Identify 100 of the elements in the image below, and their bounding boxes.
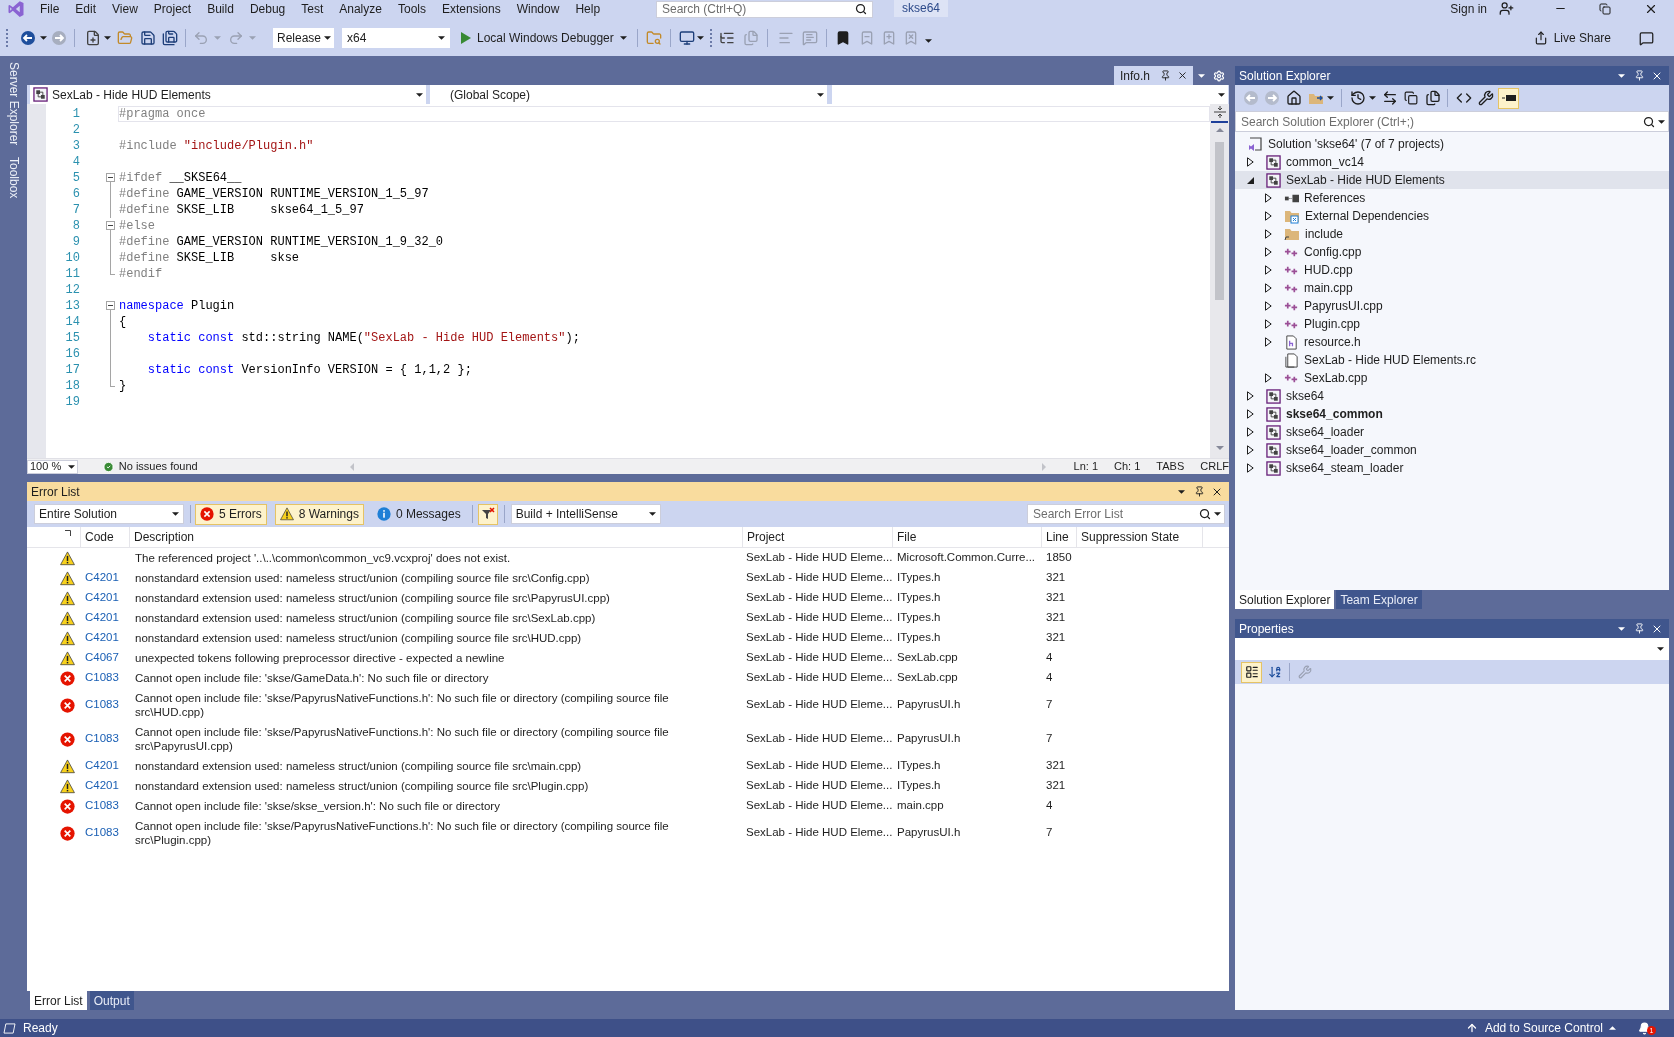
tree-item[interactable]: SexLab - Hide HUD Elements: [1235, 171, 1669, 189]
filter-toggle[interactable]: 0 Messages: [371, 503, 466, 525]
error-code-link[interactable]: C1083: [85, 799, 119, 812]
panel-tab[interactable]: Team Explorer: [1336, 590, 1422, 609]
expand-arrow-icon[interactable]: [1247, 409, 1254, 419]
caret-icon[interactable]: [619, 36, 627, 40]
expand-arrow-icon[interactable]: [1265, 373, 1272, 383]
error-code-link[interactable]: C4201: [85, 571, 119, 584]
menu-item[interactable]: Edit: [67, 0, 105, 17]
tree-item[interactable]: main.cpp: [1235, 279, 1669, 297]
column-header[interactable]: Line: [1046, 528, 1069, 546]
list-tree-icon[interactable]: [718, 30, 735, 46]
error-code-link[interactable]: C1083: [85, 732, 119, 745]
tree-item[interactable]: SexLab - Hide HUD Elements.rc: [1235, 351, 1669, 369]
expand-arrow-icon[interactable]: [1247, 427, 1254, 437]
tree-item[interactable]: Plugin.cpp: [1235, 315, 1669, 333]
caret-icon[interactable]: [67, 464, 75, 469]
expand-arrow-icon[interactable]: [1265, 283, 1272, 293]
project-dropdown[interactable]: SexLab - Hide HUD Elements: [30, 85, 426, 104]
column-header[interactable]: File: [897, 528, 917, 546]
error-code-link[interactable]: C4201: [85, 631, 119, 644]
restore-icon[interactable]: [1599, 2, 1611, 15]
code-icon[interactable]: [1456, 90, 1472, 106]
caret-icon[interactable]: [324, 36, 332, 40]
side-tab[interactable]: Server Explorer: [6, 62, 21, 146]
caret-icon[interactable]: [104, 36, 111, 40]
expand-arrow-icon[interactable]: [1265, 247, 1272, 257]
tree-item[interactable]: skse64_steam_loader: [1235, 459, 1669, 477]
error-code-link[interactable]: C4201: [85, 611, 119, 624]
caret-icon[interactable]: [817, 92, 824, 97]
collapse-icon[interactable]: [106, 301, 115, 310]
error-code-link[interactable]: C4201: [85, 591, 119, 604]
pin-icon[interactable]: [1634, 623, 1645, 634]
settings-icon[interactable]: [1213, 69, 1225, 82]
menu-item[interactable]: Tools: [389, 0, 434, 17]
feedback-icon[interactable]: [1639, 30, 1654, 46]
scrollbar-thumb[interactable]: [1215, 142, 1224, 300]
menu-item[interactable]: Extensions: [434, 0, 509, 17]
caret-icon[interactable]: [438, 36, 445, 40]
error-code-link[interactable]: C1083: [85, 671, 119, 684]
document-tab[interactable]: Info.h: [1114, 66, 1193, 85]
menu-item[interactable]: Test: [293, 0, 332, 17]
collapse-arrow-icon[interactable]: [1247, 176, 1254, 184]
error-code-link[interactable]: C1083: [85, 698, 119, 711]
menu-item[interactable]: File: [32, 0, 68, 17]
search-icon[interactable]: [1643, 115, 1655, 128]
tree-item[interactable]: skse64_loader_common: [1235, 441, 1669, 459]
menu-item[interactable]: Debug: [241, 0, 294, 17]
search-icon[interactable]: [855, 2, 867, 15]
history-icon[interactable]: [1350, 90, 1366, 106]
expand-arrow-icon[interactable]: [1265, 301, 1272, 311]
menu-item[interactable]: Project: [145, 0, 200, 17]
back-icon[interactable]: [20, 30, 36, 46]
caret-icon[interactable]: [416, 92, 423, 97]
toolbar-grip[interactable]: [709, 29, 713, 47]
caret-icon[interactable]: [1327, 96, 1334, 100]
collapse-icon[interactable]: [106, 221, 115, 230]
caret-icon[interactable]: [1218, 92, 1225, 97]
tree-item[interactable]: skse64_common: [1235, 405, 1669, 423]
toolbar-grip[interactable]: [6, 29, 9, 47]
column-header[interactable]: Description: [134, 528, 195, 546]
preview-toggle[interactable]: [1498, 87, 1519, 109]
live-share-button[interactable]: Live Share: [1531, 28, 1613, 48]
split-icon[interactable]: [1213, 106, 1226, 118]
caret-icon[interactable]: [696, 36, 704, 40]
scope-dropdown[interactable]: Entire Solution: [34, 504, 184, 524]
bell-icon[interactable]: [1638, 1021, 1651, 1035]
expand-arrow-icon[interactable]: [1247, 463, 1254, 473]
new-file-icon[interactable]: [85, 30, 101, 46]
pin-icon[interactable]: [1634, 70, 1645, 81]
scroll-down-icon[interactable]: [1215, 446, 1224, 450]
menu-item[interactable]: Help: [567, 0, 609, 17]
error-code-link[interactable]: C4067: [85, 651, 119, 664]
search-icon[interactable]: [1199, 508, 1211, 520]
tree-item[interactable]: PapyrusUI.cpp: [1235, 297, 1669, 315]
sort-marker-icon[interactable]: [65, 530, 71, 536]
expand-arrow-icon[interactable]: [1265, 265, 1272, 275]
column-header[interactable]: Project: [747, 528, 785, 546]
filter-toggle[interactable]: 5 Errors: [195, 503, 267, 525]
collapse-icon[interactable]: [106, 173, 115, 182]
build-filter-dropdown[interactable]: Build + IntelliSense: [510, 504, 661, 524]
files-icon[interactable]: [1425, 90, 1441, 106]
tree-item[interactable]: skse64: [1235, 387, 1669, 405]
caret-icon[interactable]: [40, 36, 47, 40]
start-debugger-button[interactable]: Local Windows Debugger: [459, 28, 629, 48]
dropdown-caret-icon[interactable]: [1618, 73, 1625, 78]
expand-arrow-icon[interactable]: [1247, 391, 1254, 401]
panel-tab[interactable]: Output: [89, 991, 134, 1010]
expand-arrow-icon[interactable]: [1247, 445, 1254, 455]
error-code-link[interactable]: C4201: [85, 779, 119, 792]
search-field[interactable]: Search Solution Explorer (Ctrl+;): [1235, 111, 1669, 132]
monitor-icon[interactable]: [678, 30, 695, 46]
tree-item[interactable]: SexLab.cpp: [1235, 369, 1669, 387]
tree-item[interactable]: HUD.cpp: [1235, 261, 1669, 279]
source-control-button[interactable]: Add to Source Control: [1463, 1019, 1618, 1037]
pin-icon[interactable]: [1194, 486, 1205, 497]
save-all-icon[interactable]: [162, 30, 178, 46]
scope-dropdown[interactable]: (Global Scope): [430, 85, 827, 104]
save-icon[interactable]: [140, 30, 156, 46]
dropdown-caret-icon[interactable]: [1618, 626, 1625, 631]
